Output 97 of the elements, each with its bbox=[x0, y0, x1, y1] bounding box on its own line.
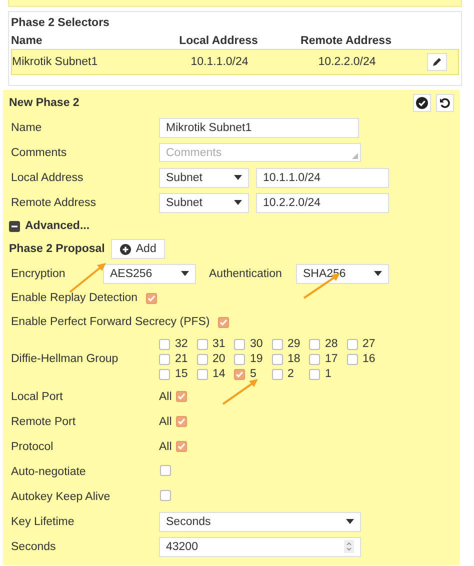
option-label: 5 bbox=[250, 368, 256, 380]
table-cell-text: 10.2.2.0/24 bbox=[317, 56, 377, 68]
undo-button[interactable] bbox=[436, 94, 454, 112]
option-label: 2 bbox=[288, 368, 294, 380]
address-field[interactable]: 10.2.2.0/24 bbox=[256, 192, 389, 212]
field-label: Diffie-Hellman Group bbox=[10, 353, 120, 365]
field-label: Autokey Keep Alive bbox=[10, 490, 112, 502]
field-label: Seconds bbox=[10, 540, 57, 552]
checkbox[interactable] bbox=[272, 368, 282, 380]
plus-circle-icon bbox=[120, 244, 131, 254]
checkbox[interactable] bbox=[176, 416, 187, 427]
form-title: New Phase 2 bbox=[9, 97, 80, 109]
undo-icon bbox=[439, 97, 451, 109]
option-label: 18 bbox=[288, 353, 300, 365]
option-label: All bbox=[159, 390, 172, 402]
checkbox[interactable] bbox=[346, 338, 358, 350]
minus-square-icon[interactable] bbox=[9, 220, 20, 232]
checkbox[interactable] bbox=[272, 338, 282, 350]
checkbox[interactable] bbox=[160, 464, 171, 476]
section-title: Phase 2 Selectors bbox=[11, 17, 110, 31]
field-label: Remote Address bbox=[10, 196, 98, 208]
caret-icon bbox=[234, 175, 242, 180]
checkbox[interactable] bbox=[309, 368, 320, 380]
checkbox[interactable] bbox=[159, 354, 170, 364]
option-label: 32 bbox=[175, 338, 188, 350]
option-label: 16 bbox=[362, 353, 376, 365]
resize-handle-icon[interactable] bbox=[352, 153, 358, 159]
caret-icon bbox=[374, 271, 382, 276]
checkbox[interactable] bbox=[159, 368, 170, 380]
table-cell-text: Mikrotik Subnet1 bbox=[12, 56, 99, 68]
lifetime-dropdown[interactable]: Seconds bbox=[159, 512, 361, 532]
checkbox[interactable] bbox=[234, 338, 245, 350]
field-label: Encryption bbox=[10, 268, 66, 280]
checkbox[interactable] bbox=[272, 354, 282, 364]
column-header: Local Address bbox=[178, 35, 259, 47]
check-circle-icon bbox=[416, 97, 428, 109]
option-label: 19 bbox=[250, 353, 263, 365]
field-label: Key Lifetime bbox=[10, 516, 76, 528]
field-label: Auto-negotiate bbox=[10, 466, 87, 478]
checkbox[interactable] bbox=[176, 441, 187, 452]
type-dropdown[interactable]: Subnet bbox=[159, 168, 249, 188]
caret-icon bbox=[181, 271, 189, 276]
spinner-icon[interactable] bbox=[344, 540, 354, 553]
checkbox[interactable] bbox=[196, 354, 208, 364]
option-label: 15 bbox=[175, 368, 188, 380]
column-header: Remote Address bbox=[300, 35, 392, 47]
caret-icon bbox=[346, 519, 354, 524]
option-label: 31 bbox=[212, 338, 226, 350]
name-field[interactable]: Mikrotik Subnet1 bbox=[159, 118, 359, 138]
option-label: All bbox=[159, 440, 172, 452]
checkbox[interactable] bbox=[176, 391, 187, 402]
checkbox[interactable] bbox=[196, 368, 208, 380]
checkbox[interactable] bbox=[196, 338, 208, 350]
field-label: Enable Replay Detection bbox=[10, 292, 138, 304]
option-label: 27 bbox=[362, 338, 376, 350]
checkbox[interactable] bbox=[159, 338, 170, 350]
checkbox[interactable] bbox=[218, 316, 229, 328]
field-label: Local Address bbox=[10, 172, 84, 184]
selector-row[interactable]: Mikrotik Subnet1 10.1.1.0/24 10.2.2.0/24 bbox=[11, 49, 459, 75]
checkbox[interactable] bbox=[309, 338, 320, 350]
arrow-annotation bbox=[222, 379, 258, 405]
type-dropdown[interactable]: Subnet bbox=[159, 192, 249, 212]
encryption-dropdown[interactable]: AES256 bbox=[103, 264, 196, 284]
option-label: 28 bbox=[325, 338, 338, 350]
table-cell-text: 10.1.1.0/24 bbox=[190, 56, 250, 68]
advanced-toggle[interactable]: Advanced... bbox=[25, 220, 90, 232]
option-label: 21 bbox=[175, 353, 188, 365]
checkbox[interactable] bbox=[309, 354, 320, 364]
checkbox[interactable] bbox=[234, 368, 245, 380]
save-button[interactable] bbox=[413, 94, 431, 112]
option-label: 20 bbox=[212, 353, 226, 365]
add-button[interactable]: Add bbox=[110, 239, 166, 259]
seconds-field[interactable]: 43200 bbox=[159, 536, 361, 556]
option-label: 17 bbox=[325, 353, 338, 365]
field-label: Local Port bbox=[10, 390, 64, 402]
checkbox[interactable] bbox=[234, 354, 245, 364]
field-label: Enable Perfect Forward Secrecy (PFS) bbox=[10, 316, 210, 328]
checkbox[interactable] bbox=[346, 354, 358, 364]
field-label: Phase 2 Proposal bbox=[9, 243, 105, 255]
checkbox[interactable] bbox=[146, 292, 157, 304]
option-label: 29 bbox=[288, 338, 300, 350]
caret-icon bbox=[234, 200, 242, 205]
option-label: All bbox=[159, 416, 172, 428]
field-label: Name bbox=[10, 122, 43, 134]
pencil-icon bbox=[432, 57, 442, 67]
field-label: Protocol bbox=[10, 440, 54, 452]
option-label: 14 bbox=[212, 368, 226, 380]
field-label: Authentication bbox=[209, 268, 283, 280]
checkbox[interactable] bbox=[160, 490, 171, 500]
address-field[interactable]: 10.1.1.0/24 bbox=[256, 168, 389, 188]
option-label: 30 bbox=[250, 338, 263, 350]
column-header: Name bbox=[11, 35, 44, 47]
option-label: 1 bbox=[325, 368, 332, 380]
field-label: Comments bbox=[10, 146, 68, 158]
field-label: Remote Port bbox=[10, 416, 77, 428]
edit-button[interactable] bbox=[427, 53, 447, 71]
arrow-annotation bbox=[69, 263, 106, 293]
